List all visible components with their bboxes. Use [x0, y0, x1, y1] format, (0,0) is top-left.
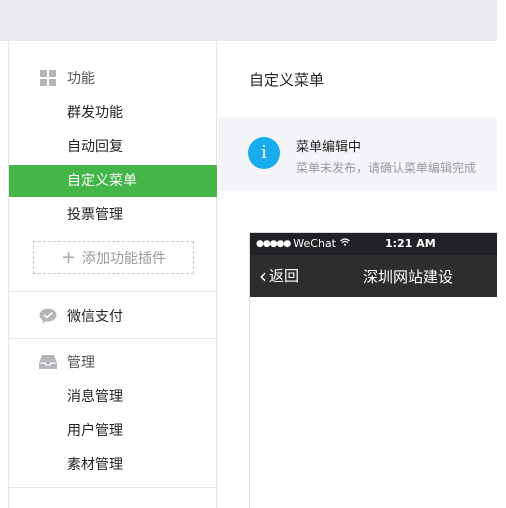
sidebar-item-vote-manage[interactable]: 投票管理	[9, 199, 217, 231]
phone-navbar: ‹ 返回 深圳网站建设	[250, 255, 497, 297]
add-plugin-button[interactable]: + 添加功能插件	[33, 241, 194, 274]
notice-description: 菜单未发布，请确认菜单编辑完成	[296, 161, 477, 175]
status-time: 1:21 AM	[385, 237, 436, 250]
phone-status-bar: ●●●●● WeChat 1:21 AM	[250, 233, 497, 255]
wifi-icon	[340, 238, 350, 249]
divider	[9, 338, 217, 339]
sidebar-section-function: 功能	[39, 67, 95, 89]
section-title: 微信支付	[67, 309, 123, 325]
sidebar-item-message-manage[interactable]: 消息管理	[9, 381, 217, 413]
sidebar-item-auto-reply[interactable]: 自动回复	[9, 131, 217, 163]
sidebar-item-custom-menu[interactable]: 自定义菜单	[9, 165, 217, 197]
back-button[interactable]: ‹ 返回	[259, 265, 299, 286]
carrier: ●●●●● WeChat	[256, 237, 350, 250]
add-plugin-label: 添加功能插件	[82, 250, 167, 267]
divider	[9, 291, 217, 292]
sidebar-item-wechat-pay[interactable]: 微信支付	[39, 305, 123, 327]
notice-title: 菜单编辑中	[296, 140, 362, 155]
signal-icon: ●●●●●	[256, 238, 291, 249]
grid-icon	[39, 69, 57, 87]
sidebar-item-material-manage[interactable]: 素材管理	[9, 449, 217, 481]
section-title: 功能	[67, 71, 95, 87]
inbox-icon	[39, 353, 57, 371]
sidebar-section-manage: 管理	[39, 351, 95, 373]
section-title: 管理	[67, 355, 95, 371]
sidebar: 功能 群发功能 自动回复 自定义菜单 投票管理 + 添加功能插件 微信支付 管理…	[9, 41, 217, 508]
phone-preview: ●●●●● WeChat 1:21 AM ‹ 返回 深圳网站建设	[249, 232, 497, 508]
carrier-name: WeChat	[293, 237, 336, 250]
divider	[9, 487, 217, 488]
top-bar	[0, 0, 497, 41]
main-panel: 功能 群发功能 自动回复 自定义菜单 投票管理 + 添加功能插件 微信支付 管理…	[8, 41, 497, 508]
sidebar-item-mass-send[interactable]: 群发功能	[9, 97, 217, 129]
menu-editing-notice: i 菜单编辑中 菜单未发布，请确认菜单编辑完成	[218, 117, 497, 191]
account-name: 深圳网站建设	[363, 268, 454, 286]
sidebar-item-user-manage[interactable]: 用户管理	[9, 415, 217, 447]
chevron-left-icon: ‹	[259, 263, 267, 288]
main-content: 自定义菜单 i 菜单编辑中 菜单未发布，请确认菜单编辑完成 ●●●●● WeCh…	[218, 41, 497, 508]
page-title: 自定义菜单	[249, 71, 325, 89]
plus-icon: +	[60, 246, 77, 268]
wechat-pay-icon	[39, 307, 57, 325]
back-label: 返回	[269, 267, 300, 285]
info-icon: i	[248, 137, 280, 169]
